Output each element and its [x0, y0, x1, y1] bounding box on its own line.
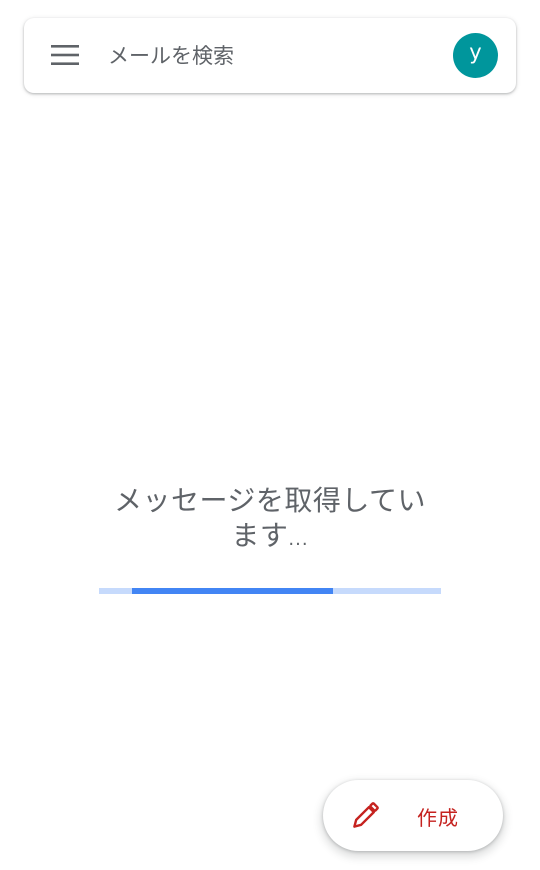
account-avatar[interactable]: y: [453, 33, 498, 78]
progress-bar: [99, 588, 441, 594]
progress-bar-fill: [131, 588, 333, 594]
hamburger-icon-graphic: [51, 45, 79, 65]
search-input[interactable]: [108, 36, 438, 76]
loading-message-line2: ます: [231, 519, 289, 552]
loading-message-line1: メッセージを取得してい: [113, 484, 427, 517]
loading-message: メッセージを取得してい ます...: [90, 483, 450, 557]
menu-icon[interactable]: [51, 44, 79, 66]
compose-button[interactable]: 作成: [323, 780, 503, 851]
loading-ellipsis: ...: [288, 529, 309, 550]
search-bar: y: [24, 18, 516, 93]
pencil-icon: [353, 802, 379, 828]
mail-app-screen: y メッセージを取得してい ます... 作成: [0, 0, 540, 870]
loading-message-line2-wrap: ます...: [90, 518, 450, 557]
avatar-initial: y: [469, 40, 482, 64]
compose-label: 作成: [417, 806, 459, 830]
